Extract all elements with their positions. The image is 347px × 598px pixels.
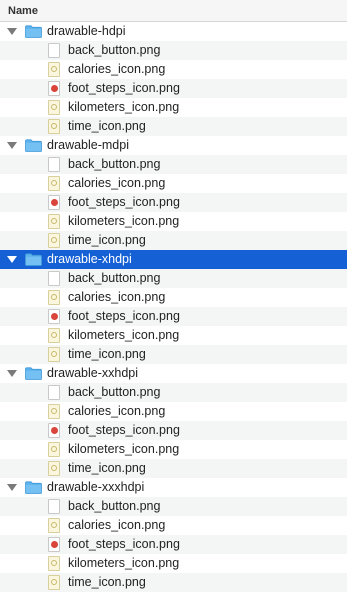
file-name: kilometers_icon.png bbox=[68, 100, 180, 114]
disclosure-triangle-icon[interactable] bbox=[7, 28, 17, 35]
file-name: foot_steps_icon.png bbox=[68, 309, 180, 323]
png-file-icon bbox=[48, 461, 60, 476]
png-file-icon bbox=[48, 43, 60, 58]
file-name: kilometers_icon.png bbox=[68, 214, 180, 228]
png-file-icon bbox=[48, 157, 60, 172]
file-row[interactable]: kilometers_icon.png bbox=[0, 98, 347, 117]
png-file-icon bbox=[48, 119, 60, 134]
file-name: kilometers_icon.png bbox=[68, 328, 180, 342]
png-file-icon bbox=[48, 556, 60, 571]
png-file-icon bbox=[48, 176, 60, 191]
folder-icon bbox=[25, 367, 42, 380]
file-row[interactable]: back_button.png bbox=[0, 497, 347, 516]
file-name: back_button.png bbox=[68, 385, 161, 399]
file-row[interactable]: kilometers_icon.png bbox=[0, 440, 347, 459]
file-row[interactable]: back_button.png bbox=[0, 269, 347, 288]
file-name: foot_steps_icon.png bbox=[68, 537, 180, 551]
file-row[interactable]: foot_steps_icon.png bbox=[0, 79, 347, 98]
file-name: time_icon.png bbox=[68, 575, 146, 589]
png-file-icon bbox=[48, 195, 60, 210]
file-row[interactable]: foot_steps_icon.png bbox=[0, 421, 347, 440]
png-file-icon bbox=[48, 271, 60, 286]
png-file-icon bbox=[48, 328, 60, 343]
file-row[interactable]: time_icon.png bbox=[0, 573, 347, 592]
file-row[interactable]: calories_icon.png bbox=[0, 174, 347, 193]
folder-row[interactable]: drawable-xxxhdpi bbox=[0, 478, 347, 497]
png-file-icon bbox=[48, 499, 60, 514]
folder-name: drawable-xhdpi bbox=[47, 252, 132, 266]
file-name: back_button.png bbox=[68, 43, 161, 57]
png-file-icon bbox=[48, 404, 60, 419]
file-name: calories_icon.png bbox=[68, 518, 166, 532]
file-name: calories_icon.png bbox=[68, 290, 166, 304]
folder-row[interactable]: drawable-mdpi bbox=[0, 136, 347, 155]
disclosure-triangle-icon[interactable] bbox=[7, 256, 17, 263]
file-name: foot_steps_icon.png bbox=[68, 195, 180, 209]
file-name: time_icon.png bbox=[68, 347, 146, 361]
png-file-icon bbox=[48, 290, 60, 305]
folder-name: drawable-xxhdpi bbox=[47, 366, 139, 380]
file-name: calories_icon.png bbox=[68, 62, 166, 76]
folder-icon bbox=[25, 253, 42, 266]
png-file-icon bbox=[48, 575, 60, 590]
file-row[interactable]: time_icon.png bbox=[0, 345, 347, 364]
disclosure-triangle-icon[interactable] bbox=[7, 370, 17, 377]
png-file-icon bbox=[48, 233, 60, 248]
file-row[interactable]: foot_steps_icon.png bbox=[0, 307, 347, 326]
folder-icon bbox=[25, 139, 42, 152]
disclosure-triangle-icon[interactable] bbox=[7, 142, 17, 149]
file-row[interactable]: calories_icon.png bbox=[0, 516, 347, 535]
file-row[interactable]: time_icon.png bbox=[0, 231, 347, 250]
file-name: kilometers_icon.png bbox=[68, 556, 180, 570]
file-row[interactable]: kilometers_icon.png bbox=[0, 326, 347, 345]
file-row[interactable]: time_icon.png bbox=[0, 459, 347, 478]
file-name: calories_icon.png bbox=[68, 176, 166, 190]
folder-name: drawable-hdpi bbox=[47, 24, 126, 38]
file-row[interactable]: calories_icon.png bbox=[0, 60, 347, 79]
file-row[interactable]: foot_steps_icon.png bbox=[0, 535, 347, 554]
file-row[interactable]: time_icon.png bbox=[0, 117, 347, 136]
file-row[interactable]: calories_icon.png bbox=[0, 288, 347, 307]
file-row[interactable]: back_button.png bbox=[0, 41, 347, 60]
file-name: kilometers_icon.png bbox=[68, 442, 180, 456]
file-name: back_button.png bbox=[68, 271, 161, 285]
file-row[interactable]: calories_icon.png bbox=[0, 402, 347, 421]
png-file-icon bbox=[48, 537, 60, 552]
png-file-icon bbox=[48, 385, 60, 400]
png-file-icon bbox=[48, 62, 60, 77]
file-row[interactable]: back_button.png bbox=[0, 383, 347, 402]
file-row[interactable]: back_button.png bbox=[0, 155, 347, 174]
file-name: foot_steps_icon.png bbox=[68, 81, 180, 95]
folder-name: drawable-xxxhdpi bbox=[47, 480, 145, 494]
png-file-icon bbox=[48, 309, 60, 324]
file-row[interactable]: kilometers_icon.png bbox=[0, 212, 347, 231]
png-file-icon bbox=[48, 81, 60, 96]
folder-icon bbox=[25, 481, 42, 494]
png-file-icon bbox=[48, 214, 60, 229]
folder-name: drawable-mdpi bbox=[47, 138, 129, 152]
name-column-header[interactable]: Name bbox=[0, 0, 347, 22]
file-name: back_button.png bbox=[68, 157, 161, 171]
file-name: time_icon.png bbox=[68, 461, 146, 475]
disclosure-triangle-icon[interactable] bbox=[7, 484, 17, 491]
file-name: time_icon.png bbox=[68, 119, 146, 133]
png-file-icon bbox=[48, 100, 60, 115]
file-name: calories_icon.png bbox=[68, 404, 166, 418]
file-row[interactable]: kilometers_icon.png bbox=[0, 554, 347, 573]
file-name: time_icon.png bbox=[68, 233, 146, 247]
file-name: foot_steps_icon.png bbox=[68, 423, 180, 437]
file-row[interactable]: foot_steps_icon.png bbox=[0, 193, 347, 212]
file-list: drawable-hdpi back_button.png calories_ico… bbox=[0, 22, 347, 592]
png-file-icon bbox=[48, 423, 60, 438]
png-file-icon bbox=[48, 518, 60, 533]
folder-row[interactable]: drawable-xhdpi bbox=[0, 250, 347, 269]
name-column-label: Name bbox=[8, 5, 38, 17]
png-file-icon bbox=[48, 347, 60, 362]
folder-row[interactable]: drawable-xxhdpi bbox=[0, 364, 347, 383]
folder-icon bbox=[25, 25, 42, 38]
png-file-icon bbox=[48, 442, 60, 457]
file-name: back_button.png bbox=[68, 499, 161, 513]
folder-row[interactable]: drawable-hdpi bbox=[0, 22, 347, 41]
